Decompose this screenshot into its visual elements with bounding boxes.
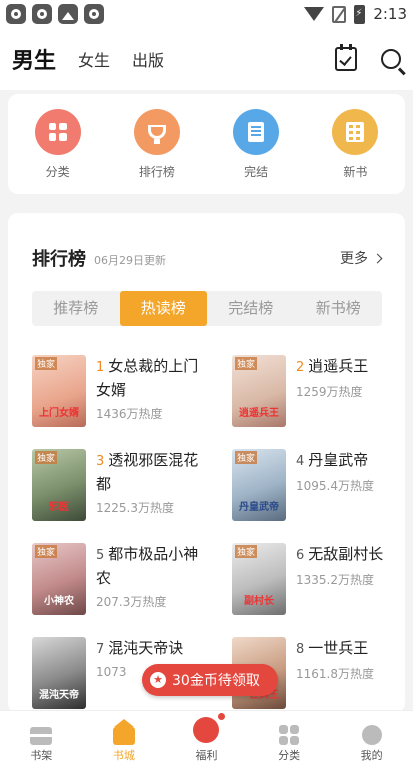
coin-reward-label: 30金币待领取	[172, 673, 260, 689]
nav-bookshelf[interactable]: 书架	[0, 711, 83, 765]
ranking-card: 排行榜 06月29日更新 更多 推荐榜 热读榜 完结榜 新书榜 独家 上门女婿 …	[8, 213, 405, 713]
wifi-icon	[304, 7, 325, 21]
book-item[interactable]: 独家 丹皇武帝 4 丹皇武帝 1095.4万热度	[232, 449, 402, 521]
checkin-calendar-icon[interactable]	[335, 44, 357, 71]
book-cover: 独家 副村长	[232, 543, 286, 615]
book-item[interactable]: 独家 上门女婿 1 女总裁的上门女婿 1436万热度	[32, 355, 202, 427]
bookshelf-icon	[30, 727, 53, 745]
notification-icon	[84, 4, 104, 24]
nav-label: 书架	[30, 749, 53, 762]
book-title: 3 透视邪医混花都	[96, 451, 199, 493]
book-heat: 1161.8万热度	[296, 667, 374, 681]
tab-hot-read[interactable]: 热读榜	[119, 291, 207, 326]
ranking-tabs: 推荐榜 热读榜 完结榜 新书榜	[32, 291, 382, 326]
book-heat: 1225.3万热度	[96, 501, 174, 515]
clock: 2:13	[373, 5, 407, 23]
notification-icon	[32, 4, 52, 24]
no-sim-icon	[332, 5, 347, 23]
category-icon	[279, 725, 300, 745]
nav-category[interactable]: 分类	[248, 711, 331, 765]
book-title: 6 无敌副村长	[296, 545, 384, 563]
nav-label: 我的	[360, 749, 383, 762]
tab-male[interactable]: 男生	[12, 43, 56, 75]
quick-item-finished[interactable]: 完结	[216, 108, 296, 180]
tab-recommend[interactable]: 推荐榜	[32, 291, 120, 326]
quick-entry-card: 分类 排行榜 完结 新书	[8, 94, 405, 194]
book-title: 1 女总裁的上门女婿	[96, 357, 199, 399]
nav-label: 福利	[195, 749, 218, 762]
image-icon	[58, 4, 78, 24]
more-label: 更多	[340, 251, 368, 267]
grid-icon	[34, 108, 81, 155]
building-icon	[332, 108, 379, 155]
book-cover: 独家 小神农	[32, 543, 86, 615]
book-item[interactable]: 独家 小神农 5 都市极品小神农 207.3万热度	[32, 543, 202, 615]
notification-icon	[6, 4, 26, 24]
book-title: 8 一世兵王	[296, 639, 369, 657]
quick-item-category[interactable]: 分类	[18, 108, 98, 180]
home-icon	[112, 719, 135, 745]
book-title: 5 都市极品小神农	[96, 545, 199, 587]
quick-item-label: 完结	[244, 164, 269, 179]
book-item[interactable]: 独家 逍遥兵王 2 逍遥兵王 1259万热度	[232, 355, 402, 427]
coin-reward-button[interactable]: ★ 30金币待领取	[142, 664, 278, 696]
nav-profile[interactable]: 我的	[330, 711, 413, 765]
book-cover: 独家 上门女婿	[32, 355, 86, 427]
chevron-right-icon	[372, 253, 383, 263]
book-heat: 1436万热度	[96, 407, 163, 421]
more-link[interactable]: 更多	[340, 248, 383, 268]
book-title: 4 丹皇武帝	[296, 451, 369, 469]
quick-item-label: 分类	[45, 164, 70, 179]
book-cover: 独家 逍遥兵王	[232, 355, 286, 427]
quick-item-label: 新书	[343, 164, 368, 179]
book-icon	[233, 108, 280, 155]
nav-label: 书城	[112, 749, 135, 762]
nav-welfare[interactable]: 福利	[165, 711, 248, 765]
ranking-title: 排行榜	[32, 249, 86, 270]
book-item[interactable]: 独家 邪医 3 透视邪医混花都 1225.3万热度	[32, 449, 202, 521]
tab-new-books[interactable]: 新书榜	[295, 291, 383, 326]
tab-publish[interactable]: 出版	[132, 47, 164, 71]
book-cover: 独家 丹皇武帝	[232, 449, 286, 521]
profile-icon	[361, 725, 382, 745]
nav-bookstore[interactable]: 书城	[83, 711, 166, 765]
status-bar: 2:13	[0, 0, 413, 28]
book-title: 2 逍遥兵王	[296, 357, 369, 375]
book-cover: 混沌天帝	[32, 637, 86, 709]
book-cover: 独家 邪医	[32, 449, 86, 521]
search-icon[interactable]	[381, 49, 401, 69]
battery-icon	[354, 4, 366, 24]
book-heat: 207.3万热度	[96, 595, 167, 609]
quick-item-ranking[interactable]: 排行榜	[117, 108, 197, 180]
quick-item-label: 排行榜	[138, 164, 175, 179]
star-icon: ★	[150, 672, 166, 688]
trophy-icon	[133, 108, 180, 155]
book-title: 7 混沌天帝诀	[96, 639, 184, 657]
book-heat: 1335.2万热度	[296, 573, 374, 587]
book-item[interactable]: 独家 副村长 6 无敌副村长 1335.2万热度	[232, 543, 402, 615]
tab-finished[interactable]: 完结榜	[207, 291, 295, 326]
gift-icon	[193, 713, 226, 743]
bottom-nav: 书架 书城 福利 分类 我的	[0, 710, 413, 765]
tab-female[interactable]: 女生	[78, 47, 110, 71]
ranking-update-date: 06月29日更新	[94, 254, 166, 267]
book-heat: 1095.4万热度	[296, 479, 374, 493]
quick-item-new[interactable]: 新书	[315, 108, 395, 180]
book-heat: 1259万热度	[296, 385, 363, 399]
nav-label: 分类	[278, 749, 301, 762]
top-header: 男生 女生 出版	[0, 28, 413, 90]
